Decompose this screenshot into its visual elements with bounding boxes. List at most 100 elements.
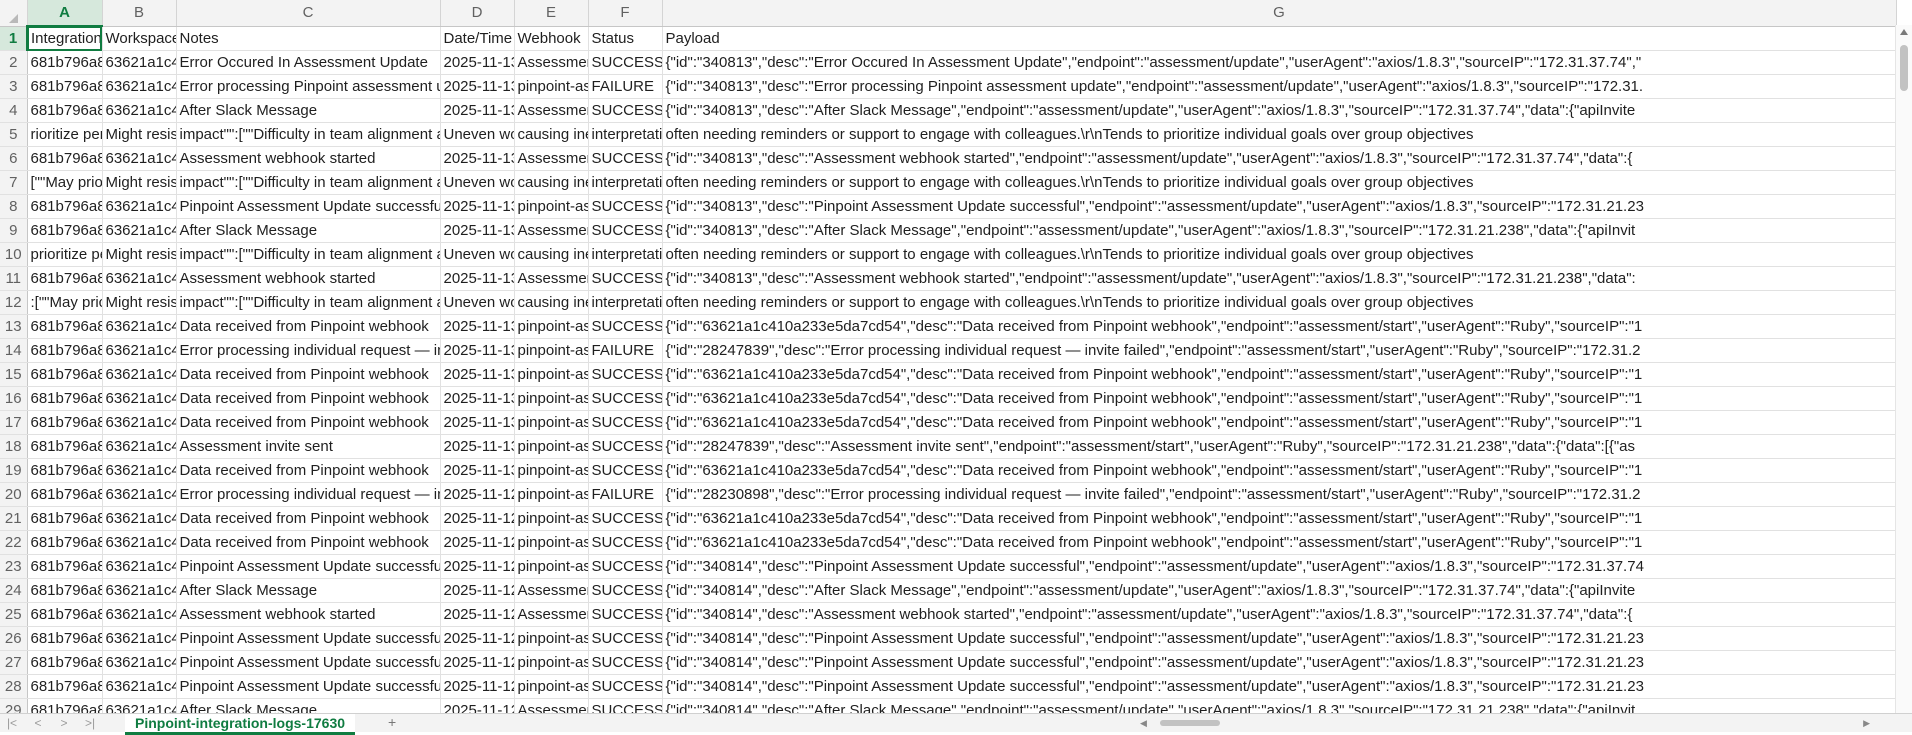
cell-c8[interactable]: Pinpoint Assessment Update successful	[176, 194, 441, 219]
last-sheet-icon[interactable]: >|	[82, 715, 98, 731]
cell-e9[interactable]: Assessment	[514, 218, 589, 243]
cell-e15[interactable]: pinpoint-ass	[514, 362, 589, 387]
cell-a20[interactable]: 681b796a8e	[27, 482, 103, 507]
cell-f28[interactable]: SUCCESS	[588, 674, 663, 699]
cell-f10[interactable]: interpretatio	[588, 242, 663, 267]
cell-b3[interactable]: 63621a1c41	[102, 74, 177, 99]
cell-a23[interactable]: 681b796a8e	[27, 554, 103, 579]
cell-f6[interactable]: SUCCESS	[588, 146, 663, 171]
cell-g22[interactable]: {"id":"63621a1c410a233e5da7cd54","desc":…	[662, 530, 1897, 555]
cell-d18[interactable]: 2025-11-13	[440, 434, 515, 459]
cell-c11[interactable]: Assessment webhook started	[176, 266, 441, 291]
cell-d16[interactable]: 2025-11-13	[440, 386, 515, 411]
cell-a11[interactable]: 681b796a8e	[27, 266, 103, 291]
cell-a22[interactable]: 681b796a8e	[27, 530, 103, 555]
cell-f22[interactable]: SUCCESS	[588, 530, 663, 555]
cell-a16[interactable]: 681b796a8e	[27, 386, 103, 411]
row-header[interactable]: 10	[0, 242, 28, 267]
cell-d15[interactable]: 2025-11-13	[440, 362, 515, 387]
cell-e21[interactable]: pinpoint-ass	[514, 506, 589, 531]
cell-a15[interactable]: 681b796a8e	[27, 362, 103, 387]
cell-c17[interactable]: Data received from Pinpoint webhook	[176, 410, 441, 435]
cell-f29[interactable]: SUCCESS	[588, 698, 663, 713]
cell-d9[interactable]: 2025-11-13	[440, 218, 515, 243]
cell-f9[interactable]: SUCCESS	[588, 218, 663, 243]
cell-b1[interactable]: Workspace	[102, 26, 177, 51]
row-header[interactable]: 9	[0, 218, 28, 243]
cell-b29[interactable]: 63621a1c41	[102, 698, 177, 713]
cell-d14[interactable]: 2025-11-13	[440, 338, 515, 363]
cell-c3[interactable]: Error processing Pinpoint assessment upd…	[176, 74, 441, 99]
cell-f1[interactable]: Status	[588, 26, 663, 51]
column-header-f[interactable]: F	[588, 0, 663, 27]
cell-d4[interactable]: 2025-11-13	[440, 98, 515, 123]
cell-a27[interactable]: 681b796a8e	[27, 650, 103, 675]
cell-d5[interactable]: Uneven wor	[440, 122, 515, 147]
cell-e26[interactable]: pinpoint-ass	[514, 626, 589, 651]
column-header-c[interactable]: C	[176, 0, 441, 27]
cell-e4[interactable]: Assessment	[514, 98, 589, 123]
cell-g8[interactable]: {"id":"340813","desc":"Pinpoint Assessme…	[662, 194, 1897, 219]
cell-d25[interactable]: 2025-11-12	[440, 602, 515, 627]
cell-a1[interactable]: Integration	[27, 26, 103, 51]
cell-e12[interactable]: causing ine	[514, 290, 589, 315]
cell-c21[interactable]: Data received from Pinpoint webhook	[176, 506, 441, 531]
cell-g19[interactable]: {"id":"63621a1c410a233e5da7cd54","desc":…	[662, 458, 1897, 483]
cell-c18[interactable]: Assessment invite sent	[176, 434, 441, 459]
row-header[interactable]: 20	[0, 482, 28, 507]
cell-f23[interactable]: SUCCESS	[588, 554, 663, 579]
cell-a14[interactable]: 681b796a8e	[27, 338, 103, 363]
horizontal-scrollbar[interactable]: ◀ ▶	[1140, 718, 1870, 728]
cell-e18[interactable]: pinpoint-ass	[514, 434, 589, 459]
cell-g5[interactable]: often needing reminders or support to en…	[662, 122, 1897, 147]
scroll-up-icon[interactable]	[1900, 29, 1908, 35]
cell-a13[interactable]: 681b796a8e	[27, 314, 103, 339]
cell-b5[interactable]: Might resist	[102, 122, 177, 147]
cell-g14[interactable]: {"id":"28247839","desc":"Error processin…	[662, 338, 1897, 363]
cell-d26[interactable]: 2025-11-12	[440, 626, 515, 651]
cell-a4[interactable]: 681b796a8e	[27, 98, 103, 123]
cell-c24[interactable]: After Slack Message	[176, 578, 441, 603]
row-header[interactable]: 18	[0, 434, 28, 459]
cell-g21[interactable]: {"id":"63621a1c410a233e5da7cd54","desc":…	[662, 506, 1897, 531]
row-header[interactable]: 3	[0, 74, 28, 99]
cell-e22[interactable]: pinpoint-ass	[514, 530, 589, 555]
cell-d20[interactable]: 2025-11-12	[440, 482, 515, 507]
cell-d22[interactable]: 2025-11-12	[440, 530, 515, 555]
row-header[interactable]: 28	[0, 674, 28, 699]
cell-b7[interactable]: Might resist	[102, 170, 177, 195]
cell-c14[interactable]: Error processing individual request — in…	[176, 338, 441, 363]
cell-a25[interactable]: 681b796a8e	[27, 602, 103, 627]
cell-c9[interactable]: After Slack Message	[176, 218, 441, 243]
cell-g7[interactable]: often needing reminders or support to en…	[662, 170, 1897, 195]
cell-e29[interactable]: Assessment	[514, 698, 589, 713]
cell-d17[interactable]: 2025-11-13	[440, 410, 515, 435]
column-header-b[interactable]: B	[102, 0, 177, 27]
cell-d29[interactable]: 2025-11-12	[440, 698, 515, 713]
row-header[interactable]: 27	[0, 650, 28, 675]
cell-g16[interactable]: {"id":"63621a1c410a233e5da7cd54","desc":…	[662, 386, 1897, 411]
cell-d6[interactable]: 2025-11-13	[440, 146, 515, 171]
cell-f19[interactable]: SUCCESS	[588, 458, 663, 483]
cell-e24[interactable]: Assessment	[514, 578, 589, 603]
cell-d8[interactable]: 2025-11-13	[440, 194, 515, 219]
cell-f7[interactable]: interpretatio	[588, 170, 663, 195]
cell-d24[interactable]: 2025-11-12	[440, 578, 515, 603]
row-header[interactable]: 15	[0, 362, 28, 387]
cell-c22[interactable]: Data received from Pinpoint webhook	[176, 530, 441, 555]
cell-g20[interactable]: {"id":"28230898","desc":"Error processin…	[662, 482, 1897, 507]
cell-e14[interactable]: pinpoint-ass	[514, 338, 589, 363]
cell-b23[interactable]: 63621a1c41	[102, 554, 177, 579]
cell-e27[interactable]: pinpoint-ass	[514, 650, 589, 675]
cell-a5[interactable]: rioritize pers	[27, 122, 103, 147]
row-header[interactable]: 7	[0, 170, 28, 195]
row-header[interactable]: 12	[0, 290, 28, 315]
cell-b22[interactable]: 63621a1c41	[102, 530, 177, 555]
cell-d21[interactable]: 2025-11-12	[440, 506, 515, 531]
cell-f20[interactable]: FAILURE	[588, 482, 663, 507]
cell-g24[interactable]: {"id":"340814","desc":"After Slack Messa…	[662, 578, 1897, 603]
cell-g17[interactable]: {"id":"63621a1c410a233e5da7cd54","desc":…	[662, 410, 1897, 435]
cell-a8[interactable]: 681b796a8e	[27, 194, 103, 219]
cell-g26[interactable]: {"id":"340814","desc":"Pinpoint Assessme…	[662, 626, 1897, 651]
row-header[interactable]: 5	[0, 122, 28, 147]
